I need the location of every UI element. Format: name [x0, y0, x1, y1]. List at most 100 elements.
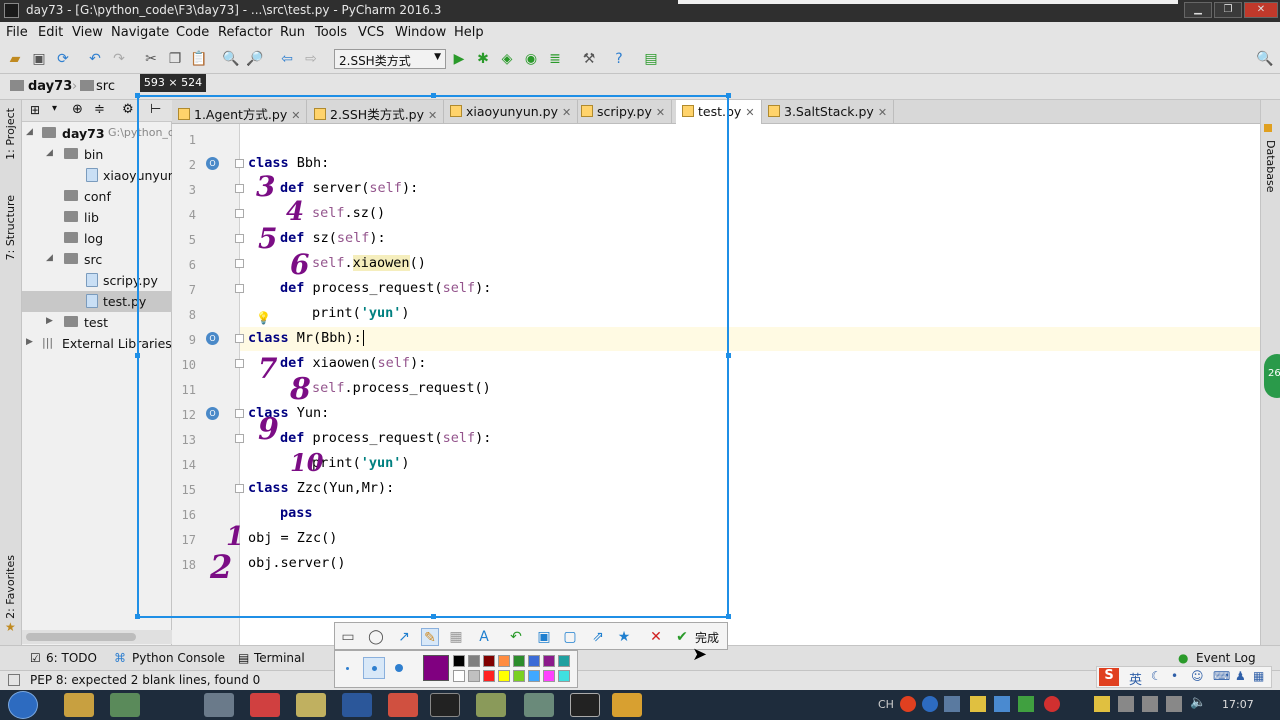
taskbar-app-icon[interactable]	[110, 693, 140, 717]
arrow-tool-icon[interactable]: ↗	[395, 628, 413, 646]
text-tool-icon[interactable]: A	[475, 628, 493, 646]
capture-selection-rect[interactable]	[137, 95, 729, 618]
menu-run[interactable]: Run	[280, 25, 305, 40]
terminal-tab[interactable]: Terminal	[254, 651, 305, 665]
paste-icon[interactable]: 📋	[190, 50, 208, 68]
person-icon[interactable]: ♟	[1235, 669, 1246, 683]
color-swatch[interactable]	[498, 655, 510, 667]
brush-size-large[interactable]	[395, 664, 403, 672]
taskbar-app-icon[interactable]	[476, 693, 506, 717]
help-tray-icon[interactable]	[922, 696, 938, 712]
color-swatch[interactable]	[543, 655, 555, 667]
gear-icon[interactable]: ⚙	[122, 102, 134, 117]
resize-handle[interactable]	[431, 614, 436, 619]
open-folder-icon[interactable]: ▰	[6, 50, 24, 68]
breadcrumb-folder[interactable]: src	[96, 79, 115, 94]
resize-handle[interactable]	[726, 93, 731, 98]
brush-size-medium[interactable]	[363, 657, 385, 679]
structure-tool-tab[interactable]: 7: Structure	[4, 195, 17, 260]
minimize-button[interactable]: ▁	[1184, 2, 1212, 18]
menu-window[interactable]: Window	[395, 25, 446, 40]
menu-tools[interactable]: Tools	[315, 25, 347, 40]
menu-code[interactable]: Code	[176, 25, 209, 40]
sogou-logo-icon[interactable]: S	[1099, 668, 1119, 686]
forward-icon[interactable]: ⇨	[302, 50, 320, 68]
smile-icon[interactable]: ☺	[1191, 669, 1204, 683]
tray-app-icon[interactable]	[900, 696, 916, 712]
pen-tool-icon[interactable]: ✎	[421, 628, 439, 646]
color-swatch[interactable]	[558, 655, 570, 667]
color-swatch[interactable]	[453, 655, 465, 667]
moon-icon[interactable]: ☾	[1151, 669, 1162, 683]
share-icon[interactable]: ⇗	[589, 628, 607, 646]
tray-app-icon[interactable]	[1044, 696, 1060, 712]
menu-help[interactable]: Help	[454, 25, 484, 40]
coverage-icon[interactable]: ◈	[498, 50, 516, 68]
settings-wrench-icon[interactable]: ⚒	[580, 50, 598, 68]
resize-handle[interactable]	[135, 93, 140, 98]
color-swatch[interactable]	[468, 655, 480, 667]
color-swatch[interactable]	[498, 670, 510, 682]
cmd-icon[interactable]	[430, 693, 460, 717]
menu-refactor[interactable]: Refactor	[218, 25, 273, 40]
event-log-tab[interactable]: Event Log	[1196, 651, 1256, 665]
concurrency-icon[interactable]: ≣	[546, 50, 564, 68]
database-tool-tab[interactable]: Database	[1264, 140, 1277, 193]
menu-vcs[interactable]: VCS	[358, 25, 384, 40]
brush-size-small[interactable]	[346, 667, 349, 670]
start-button[interactable]	[8, 691, 38, 719]
color-swatch[interactable]	[453, 670, 465, 682]
input-language-indicator[interactable]: CH	[878, 698, 894, 711]
chevron-down-icon[interactable]: ▾	[52, 103, 57, 114]
tray-app-icon[interactable]	[1118, 696, 1134, 712]
grid-icon[interactable]: ▦	[1253, 669, 1264, 683]
toggle-tool-windows-icon[interactable]	[8, 674, 20, 686]
taskbar-app-icon[interactable]	[296, 693, 326, 717]
menu-file[interactable]: File	[6, 25, 28, 40]
python-console-tab[interactable]: Python Console	[132, 651, 225, 665]
favorites-tool-tab[interactable]: 2: Favorites	[4, 555, 17, 619]
pin-icon[interactable]: ★	[615, 628, 633, 646]
capture-tool-taskbar-icon[interactable]	[612, 693, 642, 717]
horizontal-scrollbar[interactable]	[22, 630, 172, 644]
color-swatch[interactable]	[528, 655, 540, 667]
find-icon[interactable]: 🔍	[222, 50, 240, 68]
tray-app-icon[interactable]	[1018, 696, 1034, 712]
collapse-all-icon[interactable]: ⊞	[30, 103, 40, 117]
breadcrumb-project[interactable]: day73	[28, 79, 72, 94]
terminal-icon[interactable]: ▤	[642, 50, 660, 68]
tray-app-icon[interactable]	[994, 696, 1010, 712]
maximize-button[interactable]: ❐	[1214, 2, 1242, 18]
tray-app-icon[interactable]	[944, 696, 960, 712]
undo-icon[interactable]: ↶	[507, 628, 525, 646]
color-swatch[interactable]	[513, 655, 525, 667]
close-icon[interactable]: ✕	[878, 106, 887, 119]
tray-app-icon[interactable]	[970, 696, 986, 712]
cancel-capture-icon[interactable]: ✕	[647, 628, 665, 646]
search-everywhere-icon[interactable]: 🔍	[1256, 50, 1274, 68]
debug-icon[interactable]: ✱	[474, 50, 492, 68]
run-icon[interactable]: ▶	[450, 50, 468, 68]
close-icon[interactable]: ✕	[745, 106, 754, 119]
taskbar-app-icon[interactable]	[64, 693, 94, 717]
selected-color-swatch[interactable]	[423, 655, 449, 681]
keyboard-icon[interactable]: ⌨	[1213, 669, 1230, 683]
taskbar-app-icon[interactable]	[388, 693, 418, 717]
taskbar-app-icon[interactable]	[524, 693, 554, 717]
ellipse-tool-icon[interactable]: ◯	[367, 628, 385, 646]
tray-app-icon[interactable]	[1142, 696, 1158, 712]
cut-icon[interactable]: ✂	[142, 50, 160, 68]
todo-tab[interactable]: 6: TODO	[46, 651, 97, 665]
undo-icon[interactable]: ↶	[86, 50, 104, 68]
warning-marker-icon[interactable]	[1264, 124, 1272, 132]
color-swatch[interactable]	[468, 670, 480, 682]
menu-view[interactable]: View	[72, 25, 103, 40]
redo-icon[interactable]: ↷	[110, 50, 128, 68]
network-icon[interactable]	[1166, 696, 1182, 712]
color-swatch[interactable]	[528, 670, 540, 682]
dot-icon[interactable]: •	[1171, 669, 1178, 683]
replace-icon[interactable]: 🔎	[246, 50, 264, 68]
project-tool-tab[interactable]: 1: Project	[4, 108, 17, 160]
save-icon[interactable]: ▣	[535, 628, 553, 646]
copy-icon[interactable]: ❐	[166, 50, 184, 68]
